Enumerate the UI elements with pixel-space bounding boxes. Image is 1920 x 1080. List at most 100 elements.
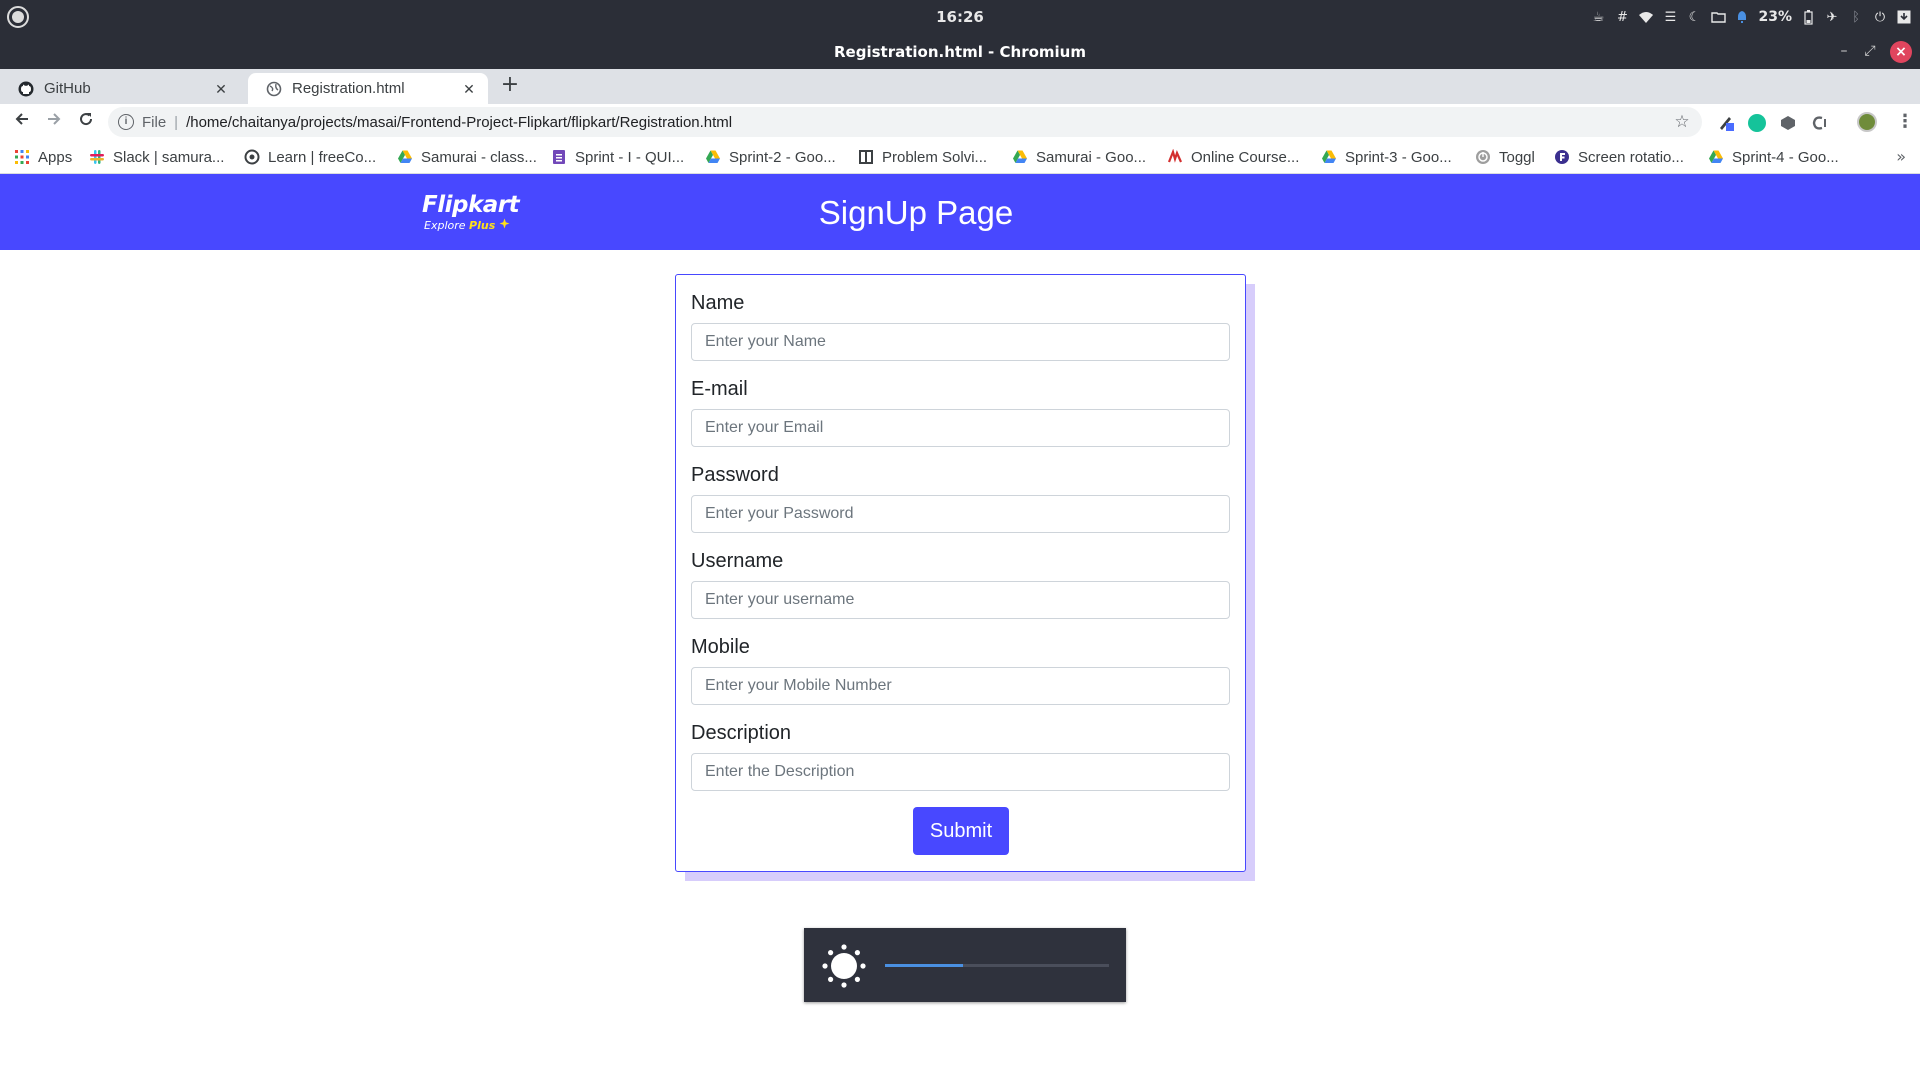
email-label: E-mail — [691, 378, 748, 400]
brightness-level-bar — [885, 964, 1109, 967]
tab-strip: GitHub ✕ Registration.html ✕ — [0, 69, 1920, 104]
bookmark-apps[interactable]: Apps — [14, 147, 72, 167]
bookmark-sprint-4[interactable]: Sprint-4 - Goo... — [1708, 147, 1839, 167]
freecodecamp-icon — [244, 149, 260, 165]
registration-form: Name E-mail Password Username Mobile Des… — [675, 274, 1246, 872]
problem-solving-icon — [858, 149, 874, 165]
submit-button[interactable]: Submit — [913, 807, 1009, 855]
bookmark-sprint-2[interactable]: Sprint-2 - Goo... — [705, 147, 836, 167]
bookmarks-overflow-icon[interactable]: » — [1896, 147, 1906, 166]
forward-button[interactable] — [42, 110, 66, 134]
url-text[interactable]: /home/chaitanya/projects/masai/Frontend-… — [186, 114, 1672, 131]
email-input[interactable] — [691, 409, 1230, 447]
bookmark-sprint-3[interactable]: Sprint-3 - Goo... — [1321, 147, 1452, 167]
tray-download-icon[interactable] — [1896, 9, 1912, 25]
bookmark-freecodecamp[interactable]: Learn | freeCo... — [244, 147, 376, 167]
google-drive-icon — [1321, 149, 1337, 165]
battery-icon[interactable] — [1800, 9, 1816, 25]
airplane-mode-icon[interactable]: ✈ — [1824, 9, 1840, 25]
bookmark-samurai-goo[interactable]: Samurai - Goo... — [1012, 147, 1146, 167]
tab-close-icon[interactable]: ✕ — [460, 80, 478, 98]
bookmark-label: Sprint-3 - Goo... — [1345, 148, 1452, 166]
bookmark-label: Samurai - Goo... — [1036, 148, 1147, 166]
bookmarks-bar: Apps Slack | samura... Learn | freeCo...… — [0, 140, 1920, 174]
menu-lines-icon[interactable]: ☰ — [1662, 9, 1678, 25]
profile-avatar[interactable] — [1857, 112, 1877, 132]
tab-registration[interactable]: Registration.html ✕ — [248, 73, 488, 104]
bookmark-label: Problem Solvi... — [882, 148, 988, 166]
site-info-icon[interactable]: i — [118, 114, 134, 130]
power-icon[interactable]: ⏻ — [1872, 9, 1888, 25]
page-title: SignUp Page — [818, 194, 1014, 231]
bookmark-star-icon[interactable]: ☆ — [1672, 112, 1692, 132]
bookmark-problem-solving[interactable]: Problem Solvi... — [858, 147, 987, 167]
window-title: Registration.html - Chromium — [834, 43, 1086, 61]
coffee-icon[interactable]: ☕ — [1590, 9, 1606, 25]
night-mode-icon[interactable]: ☾ — [1686, 9, 1702, 25]
toggl-icon — [1475, 149, 1491, 165]
url-separator: | — [174, 113, 179, 131]
browser-menu-icon[interactable]: ⋮ — [1896, 112, 1914, 132]
bookmark-slack[interactable]: Slack | samura... — [89, 147, 224, 167]
screen-rotation-icon — [1554, 149, 1570, 165]
extension-hex-icon[interactable] — [1779, 114, 1797, 132]
bookmark-samurai-class[interactable]: Samurai - class... — [397, 147, 537, 167]
tab-close-icon[interactable]: ✕ — [212, 80, 230, 98]
window-close-icon[interactable]: × — [1890, 41, 1912, 63]
bookmark-label: Sprint-2 - Goo... — [729, 148, 836, 166]
address-bar[interactable]: i File | /home/chaitanya/projects/masai/… — [108, 107, 1702, 137]
description-label: Description — [691, 722, 792, 744]
bookmark-label: Apps — [38, 148, 73, 166]
back-button[interactable] — [10, 110, 34, 134]
grammarly-icon[interactable] — [1748, 114, 1766, 132]
password-label: Password — [691, 464, 779, 486]
username-label: Username — [691, 550, 784, 572]
bookmark-toggl[interactable]: Toggl — [1475, 147, 1535, 167]
extension-c-icon[interactable] — [1810, 114, 1828, 132]
brightness-sun-icon — [822, 944, 866, 988]
google-drive-icon — [1012, 149, 1028, 165]
bluetooth-icon[interactable]: ᛒ — [1848, 9, 1864, 25]
name-input[interactable] — [691, 323, 1230, 361]
brightness-osd — [804, 928, 1126, 1002]
folder-icon[interactable] — [1710, 9, 1726, 25]
online-course-icon — [1167, 148, 1183, 165]
notification-bell-icon[interactable] — [1734, 9, 1750, 25]
bookmark-label: Online Course... — [1191, 148, 1300, 166]
google-drive-icon — [705, 149, 721, 165]
google-forms-icon — [551, 149, 567, 165]
name-label: Name — [691, 292, 745, 314]
description-input[interactable] — [691, 753, 1230, 791]
bookmark-label: Sprint-4 - Goo... — [1732, 148, 1839, 166]
bookmark-label: Learn | freeCo... — [268, 148, 377, 166]
bookmark-screen-rotation[interactable]: Screen rotatio... — [1554, 147, 1684, 167]
bookmark-label: Sprint - I - QUI... — [575, 148, 685, 166]
slack-icon — [89, 149, 105, 165]
tab-github[interactable]: GitHub ✕ — [0, 73, 240, 104]
os-top-bar: 16:26 ☕ # ☰ ☾ 23% ✈ ᛒ ⏻ — [0, 0, 1920, 34]
url-scheme: File — [142, 113, 167, 131]
minimize-icon[interactable]: – — [1834, 41, 1854, 61]
bookmark-label: Screen rotatio... — [1578, 148, 1684, 166]
reload-button[interactable] — [74, 110, 98, 134]
bookmark-label: Slack | samura... — [113, 148, 225, 166]
mobile-label: Mobile — [691, 636, 750, 658]
slack-tray-icon[interactable]: # — [1614, 9, 1630, 25]
wifi-icon[interactable] — [1638, 9, 1654, 25]
password-input[interactable] — [691, 495, 1230, 533]
extension-pen-icon[interactable] — [1717, 114, 1735, 132]
browser-toolbar: i File | /home/chaitanya/projects/masai/… — [0, 104, 1920, 140]
globe-icon — [266, 81, 282, 97]
username-input[interactable] — [691, 581, 1230, 619]
bookmark-online-course[interactable]: Online Course... — [1167, 147, 1299, 167]
battery-percentage[interactable]: 23% — [1758, 9, 1792, 25]
tab-label: GitHub — [44, 80, 91, 97]
mobile-input[interactable] — [691, 667, 1230, 705]
window-title-bar: Registration.html - Chromium – ⤢ × — [0, 34, 1920, 69]
bookmark-sprint-1-quiz[interactable]: Sprint - I - QUI... — [551, 147, 684, 167]
github-icon — [18, 81, 34, 97]
new-tab-button[interactable]: + — [498, 74, 522, 98]
google-drive-icon — [397, 149, 413, 165]
maximize-icon[interactable]: ⤢ — [1860, 41, 1880, 61]
bookmark-label: Samurai - class... — [421, 148, 537, 166]
